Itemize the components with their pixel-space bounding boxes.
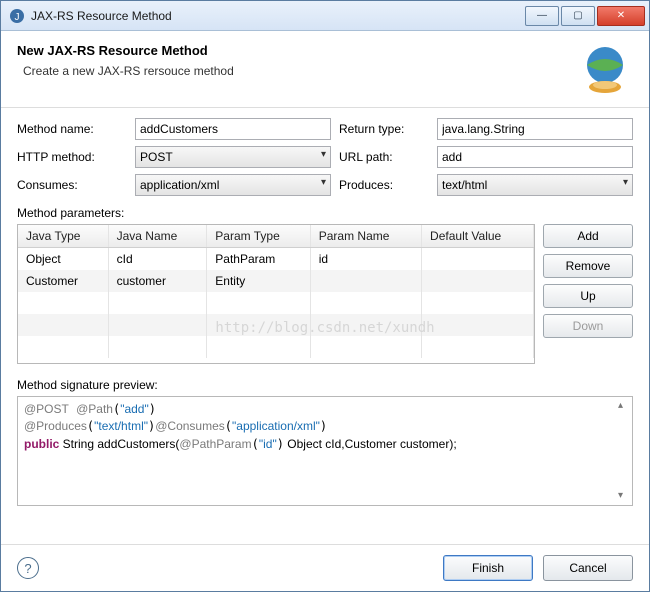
scroll-up-icon[interactable]: ▴ (618, 399, 630, 414)
up-button[interactable]: Up (543, 284, 633, 308)
col-param-type[interactable]: Param Type (207, 225, 310, 248)
method-name-label: Method name: (17, 122, 127, 136)
col-java-type[interactable]: Java Type (18, 225, 108, 248)
dialog-footer: ? Finish Cancel (1, 544, 649, 591)
params-section-label: Method parameters: (17, 206, 633, 220)
page-title: New JAX-RS Resource Method (17, 43, 577, 58)
scroll-down-icon[interactable]: ▾ (618, 489, 630, 504)
produces-combo[interactable] (437, 174, 633, 196)
consumes-combo[interactable] (135, 174, 331, 196)
table-row[interactable]: Customer customer Entity (18, 270, 534, 292)
cancel-button[interactable]: Cancel (543, 555, 633, 581)
svg-text:J: J (15, 12, 20, 23)
add-button[interactable]: Add (543, 224, 633, 248)
produces-label: Produces: (339, 178, 429, 192)
return-type-input[interactable] (437, 118, 633, 140)
down-button[interactable]: Down (543, 314, 633, 338)
help-icon[interactable]: ? (17, 557, 39, 579)
table-row[interactable] (18, 336, 534, 358)
signature-label: Method signature preview: (17, 378, 633, 392)
col-default-value[interactable]: Default Value (422, 225, 534, 248)
titlebar[interactable]: J JAX-RS Resource Method — ▢ ✕ (1, 1, 649, 31)
table-row[interactable] (18, 314, 534, 336)
table-row[interactable] (18, 292, 534, 314)
url-path-label: URL path: (339, 150, 429, 164)
return-type-label: Return type: (339, 122, 429, 136)
form-grid: Method name: Return type: HTTP method: U… (17, 118, 633, 196)
globe-icon (577, 43, 633, 99)
dialog-window: J JAX-RS Resource Method — ▢ ✕ New JAX-R… (0, 0, 650, 592)
params-table[interactable]: Java Type Java Name Param Type Param Nam… (17, 224, 535, 364)
col-param-name[interactable]: Param Name (310, 225, 421, 248)
remove-button[interactable]: Remove (543, 254, 633, 278)
http-method-label: HTTP method: (17, 150, 127, 164)
table-row[interactable]: Object cId PathParam id (18, 248, 534, 271)
page-subtitle: Create a new JAX-RS rersouce method (17, 64, 577, 78)
col-java-name[interactable]: Java Name (108, 225, 207, 248)
finish-button[interactable]: Finish (443, 555, 533, 581)
url-path-input[interactable] (437, 146, 633, 168)
signature-preview[interactable]: @POST @Path("add") @Produces("text/html"… (17, 396, 633, 506)
http-method-combo[interactable] (135, 146, 331, 168)
close-button[interactable]: ✕ (597, 6, 645, 26)
maximize-button[interactable]: ▢ (561, 6, 595, 26)
consumes-label: Consumes: (17, 178, 127, 192)
app-icon: J (9, 8, 25, 24)
method-name-input[interactable] (135, 118, 331, 140)
dialog-header: New JAX-RS Resource Method Create a new … (1, 31, 649, 108)
minimize-button[interactable]: — (525, 6, 559, 26)
window-title: JAX-RS Resource Method (31, 9, 525, 23)
